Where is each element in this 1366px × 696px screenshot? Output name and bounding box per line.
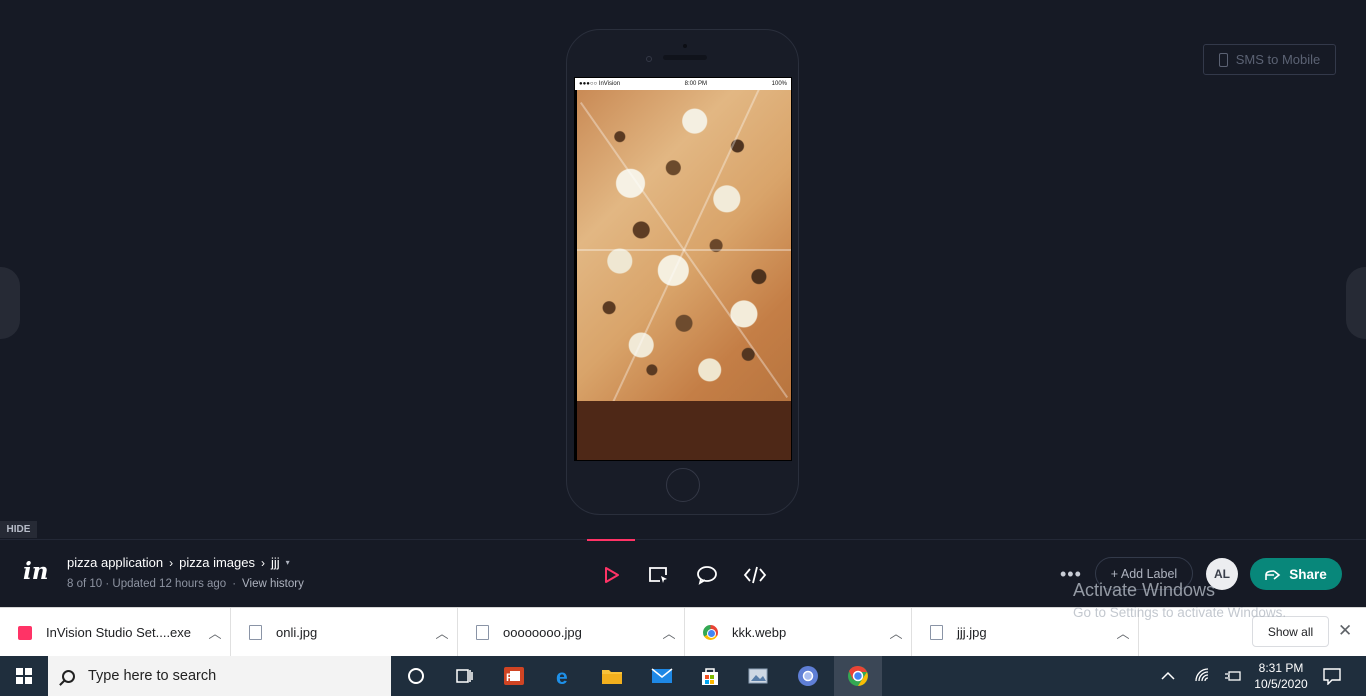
download-item[interactable]: jjj.jpg ︿ (912, 608, 1139, 657)
hide-toolbar-button[interactable]: HIDE (0, 521, 37, 538)
download-item[interactable]: InVision Studio Set....exe ︿ (0, 608, 231, 657)
chrome-icon (703, 625, 718, 640)
chevron-right-icon: › (169, 555, 174, 570)
system-clock[interactable]: 8:31 PM 10/5/2020 (1248, 660, 1314, 692)
mail-icon[interactable] (638, 656, 686, 696)
chrome-active-icon[interactable] (834, 656, 882, 696)
file-icon (249, 625, 262, 640)
chevron-up-icon[interactable]: ︿ (1108, 623, 1138, 642)
carrier-label: ●●●○○ InVision (579, 81, 621, 87)
inspect-mode-button[interactable] (645, 562, 671, 588)
cortana-icon[interactable] (392, 656, 440, 696)
phone-status-bar: ●●●○○ InVision 8:00 PM 100% (575, 78, 791, 90)
invision-exe-icon (18, 625, 32, 640)
notifications-icon[interactable] (1322, 656, 1342, 696)
share-label: Share (1289, 566, 1327, 582)
file-explorer-icon[interactable] (588, 656, 636, 696)
chevron-right-icon: › (261, 555, 265, 570)
sms-to-mobile-label: SMS to Mobile (1235, 52, 1321, 67)
chevron-up-icon[interactable]: ︿ (427, 623, 457, 642)
download-item[interactable]: kkk.webp ︿ (685, 608, 912, 657)
phone-time: 8:00 PM (684, 81, 708, 87)
clock-time: 8:31 PM (1258, 661, 1304, 675)
phone-camera (683, 44, 687, 48)
svg-text:e: e (556, 666, 568, 687)
photos-app-icon[interactable] (734, 656, 782, 696)
store-icon[interactable] (686, 656, 734, 696)
comment-bubble-icon (697, 566, 717, 585)
download-filename: oooooooo.jpg (503, 625, 582, 640)
download-filename: InVision Studio Set....exe (46, 625, 192, 640)
comment-mode-button[interactable] (694, 562, 720, 588)
phone-speaker (663, 55, 707, 60)
screen-position-updated: 8 of 10 · Updated 12 hours ago (67, 578, 227, 590)
view-history-link[interactable]: View history (242, 578, 304, 590)
chevron-up-icon[interactable]: ︿ (200, 623, 230, 642)
breadcrumb-screen[interactable]: jjj (271, 555, 280, 570)
play-icon (605, 567, 619, 583)
file-icon (930, 625, 943, 640)
svg-text:P: P (506, 672, 513, 684)
breadcrumb-folder[interactable]: pizza images (179, 555, 255, 570)
mobile-phone-icon (1218, 52, 1228, 67)
task-view-icon[interactable] (440, 656, 488, 696)
close-icon[interactable]: ✕ (1338, 621, 1352, 641)
phone-sensor (646, 56, 652, 62)
taskbar-search-box[interactable]: Type here to search (48, 656, 391, 696)
screen-footer-block (577, 401, 791, 460)
download-filename: onli.jpg (276, 625, 318, 640)
sms-to-mobile-button[interactable]: SMS to Mobile (1203, 44, 1336, 75)
next-screen-button[interactable] (1346, 267, 1366, 339)
pizza-slice-cut (577, 249, 791, 251)
download-item[interactable]: oooooooo.jpg ︿ (458, 608, 685, 657)
code-mode-button[interactable] (742, 562, 768, 588)
wifi-icon[interactable] (1194, 656, 1212, 696)
file-icon (476, 625, 489, 640)
preview-mode-button[interactable] (598, 562, 624, 588)
show-all-downloads-button[interactable]: Show all (1252, 616, 1329, 647)
show-hidden-icons[interactable] (1160, 656, 1176, 696)
chevron-up-icon[interactable]: ︿ (654, 623, 684, 642)
invision-logo-icon[interactable]: in (23, 558, 48, 585)
clock-date: 10/5/2020 (1254, 677, 1308, 691)
battery-label: 100% (771, 81, 787, 87)
prototype-toolbar: in pizza application › pizza images › jj… (0, 539, 1366, 607)
search-placeholder: Type here to search (88, 668, 217, 684)
battery-plug-icon[interactable] (1224, 656, 1242, 696)
chrome-taskbar-icon[interactable] (784, 656, 832, 696)
screen-meta: 8 of 10 · Updated 12 hours ago · View hi… (67, 578, 304, 590)
windows-taskbar: Type here to search P e 8:31 PM 10/5/202… (0, 656, 1366, 696)
active-mode-indicator (587, 539, 635, 541)
pizza-slice-cut (607, 90, 761, 401)
start-button[interactable] (0, 656, 48, 696)
breadcrumb: pizza application › pizza images › jjj ▾ (67, 555, 290, 570)
screen-cursor-icon (649, 567, 667, 583)
powerpoint-icon[interactable]: P (490, 656, 538, 696)
edge-browser-icon[interactable]: e (540, 656, 588, 696)
previous-screen-button[interactable] (0, 267, 20, 339)
phone-screen[interactable]: ●●●○○ InVision 8:00 PM 100% (574, 77, 792, 461)
share-arrow-icon (1265, 570, 1281, 580)
meta-separator: · (232, 578, 237, 590)
phone-home-button (666, 468, 700, 502)
code-brackets-icon (743, 566, 767, 584)
breadcrumb-project[interactable]: pizza application (67, 555, 163, 570)
downloads-bar: InVision Studio Set....exe ︿ onli.jpg ︿ … (0, 607, 1366, 657)
search-icon (62, 669, 75, 683)
prototype-stage: SMS to Mobile ●●●○○ InVision 8:00 PM 100… (0, 0, 1366, 540)
caret-down-icon[interactable]: ▾ (286, 558, 290, 567)
more-options-icon[interactable]: ••• (1060, 564, 1082, 585)
share-button[interactable]: Share (1250, 558, 1342, 590)
user-avatar[interactable]: AL (1206, 558, 1238, 590)
add-label-button[interactable]: + Add Label (1095, 557, 1193, 590)
chevron-up-icon[interactable]: ︿ (881, 623, 911, 642)
download-item[interactable]: onli.jpg ︿ (231, 608, 458, 657)
download-filename: kkk.webp (732, 625, 787, 640)
download-filename: jjj.jpg (957, 625, 987, 640)
pizza-image (577, 90, 791, 401)
windows-logo-icon (16, 668, 32, 684)
